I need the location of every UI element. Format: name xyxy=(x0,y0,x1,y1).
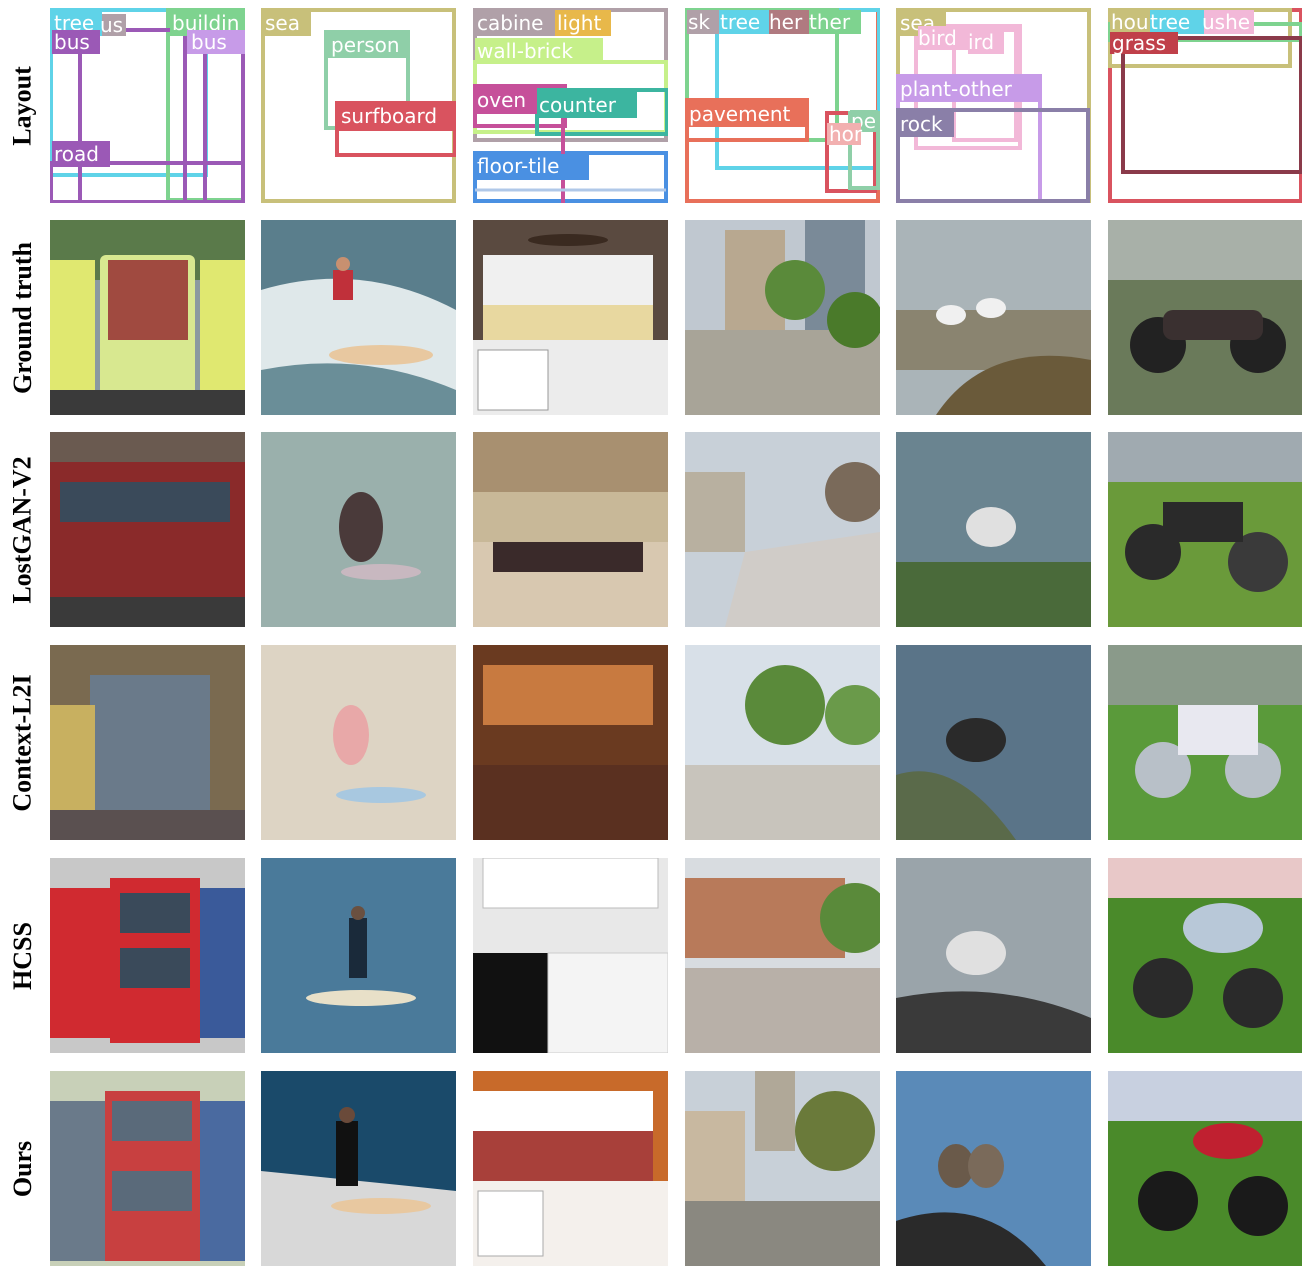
layout-label: counter xyxy=(539,93,617,117)
gt-plaza-image xyxy=(685,220,880,415)
context-birds-image xyxy=(896,645,1091,840)
layout-label: light xyxy=(557,11,601,35)
lostgan-bus-image xyxy=(50,432,245,627)
gt-bus-image xyxy=(50,220,245,415)
context-motorbike-image xyxy=(1108,645,1302,840)
layout-bus: tree us bus buildin bus road xyxy=(50,8,245,203)
row-label-ground-truth: Ground truth xyxy=(8,241,38,394)
lostgan-surf-image xyxy=(261,432,456,627)
layout-label: bird xyxy=(918,26,957,50)
row-label-lostgan: LostGAN-V2 xyxy=(8,455,37,604)
layout-motorbike: hou tree ushe grass xyxy=(1108,8,1302,203)
layout-label: wall-brick xyxy=(477,39,573,63)
hcss-surf-image xyxy=(261,858,456,1053)
ours-motorbike-image xyxy=(1108,1071,1302,1266)
ours-plaza-image xyxy=(685,1071,880,1266)
layout-birds: sea bird ird plant-other rock xyxy=(896,8,1091,203)
context-plaza-image xyxy=(685,645,880,840)
lostgan-kitchen-image xyxy=(473,432,668,627)
layout-label: bus xyxy=(54,30,90,54)
hcss-motorbike-image xyxy=(1108,858,1302,1053)
layout-label: tree xyxy=(720,10,760,34)
lostgan-birds-image xyxy=(896,432,1091,627)
row-label-hcss: HCSS xyxy=(8,921,38,990)
layout-label: oven xyxy=(477,88,526,112)
gt-motorbike-image xyxy=(1108,220,1302,415)
layout-label: grass xyxy=(1112,31,1166,55)
layout-label: her xyxy=(769,10,803,34)
lostgan-motorbike-image xyxy=(1108,432,1302,627)
layout-label: sea xyxy=(265,11,300,35)
layout-label: pavement xyxy=(689,102,791,126)
layout-label: ther xyxy=(809,10,851,34)
layout-label: sk xyxy=(688,10,710,34)
row-label-context-l2i: Context-L2I xyxy=(8,673,37,812)
layout-label: cabine xyxy=(477,11,543,35)
gt-birds-image xyxy=(896,220,1091,415)
layout-label: ushe xyxy=(1202,10,1250,34)
ours-surf-image xyxy=(261,1071,456,1266)
ours-birds-image xyxy=(896,1071,1091,1266)
row-label-ours: Ours xyxy=(8,1140,37,1197)
row-label-layout: Layout xyxy=(8,65,37,146)
layout-plaza: sk tree her ther pavement pe hor xyxy=(685,8,880,203)
layout-kitchen: cabine light wall-brick oven counter flo… xyxy=(473,8,668,203)
hcss-plaza-image xyxy=(685,858,880,1053)
layout-surf: sea person surfboard xyxy=(261,8,456,203)
layout-label: us xyxy=(100,13,123,37)
layout-label: surfboard xyxy=(341,104,437,128)
context-bus-image xyxy=(50,645,245,840)
layout-label: bus xyxy=(191,30,227,54)
layout-label: hor xyxy=(829,122,863,146)
layout-label: floor-tile xyxy=(477,154,560,178)
ours-bus-image xyxy=(50,1071,245,1266)
layout-label: road xyxy=(54,142,99,166)
gt-kitchen-image xyxy=(473,220,668,415)
layout-label: ird xyxy=(968,30,994,54)
context-kitchen-image xyxy=(473,645,668,840)
gt-surf-image xyxy=(261,220,456,415)
hcss-kitchen-image xyxy=(473,858,668,1053)
lostgan-plaza-image xyxy=(685,432,880,627)
layout-label: person xyxy=(331,33,400,57)
hcss-birds-image xyxy=(896,858,1091,1053)
layout-label: rock xyxy=(900,112,943,136)
ours-kitchen-image xyxy=(473,1071,668,1266)
layout-label: plant-other xyxy=(900,77,1013,101)
context-surf-image xyxy=(261,645,456,840)
hcss-bus-image xyxy=(50,858,245,1053)
